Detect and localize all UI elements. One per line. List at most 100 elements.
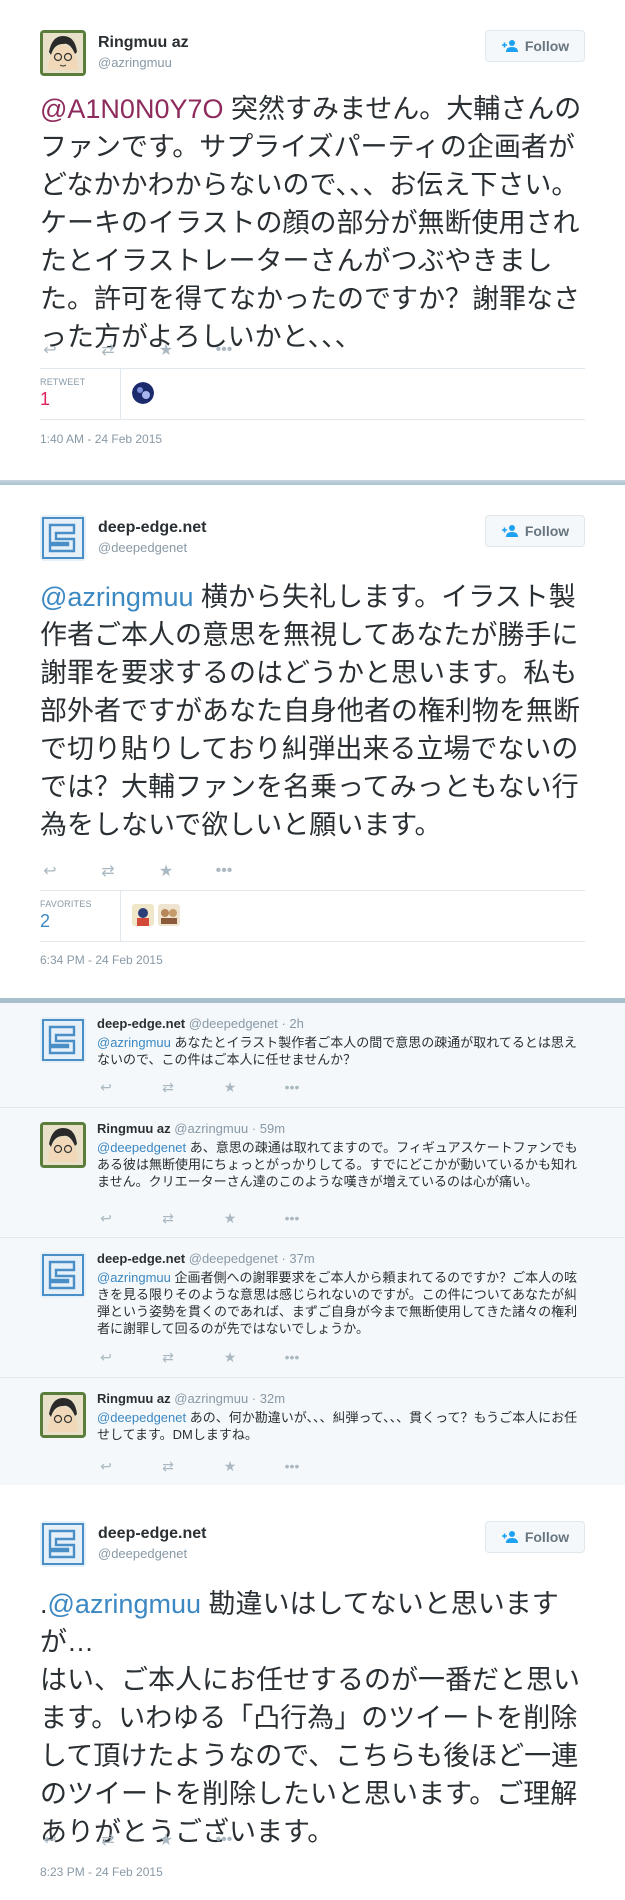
reply-icon[interactable]: ↩ (97, 1210, 115, 1227)
reply-author[interactable]: deep-edge.net @deepedgenet · 37m (97, 1251, 315, 1266)
follow-button[interactable]: Follow (485, 515, 585, 547)
avatar[interactable] (40, 1521, 86, 1567)
reply-item[interactable]: deep-edge.net @deepedgenet · 2h @azringm… (0, 1003, 625, 1108)
reply-icon[interactable]: ↩ (40, 861, 60, 881)
follow-icon (501, 40, 518, 52)
avatar[interactable] (40, 515, 86, 561)
reply-meta: @deepedgenet · 37m (188, 1251, 315, 1266)
tweet-actions: ↩ ⇄ ★ ••• (40, 340, 234, 360)
reply-author[interactable]: Ringmuu az @azringmuu · 32m (97, 1391, 285, 1406)
reply-author[interactable]: Ringmuu az @azringmuu · 59m (97, 1121, 285, 1136)
avatar[interactable] (40, 1252, 86, 1298)
star-icon[interactable]: ★ (221, 1079, 239, 1096)
follow-button[interactable]: Follow (485, 30, 585, 62)
star-icon[interactable]: ★ (221, 1349, 239, 1366)
reply-name: Ringmuu az (97, 1121, 171, 1136)
star-icon[interactable]: ★ (221, 1458, 239, 1475)
user-handle[interactable]: @azringmuu (98, 55, 172, 70)
tweet-timestamp[interactable]: 6:34 PM - 24 Feb 2015 (40, 953, 163, 967)
follow-button[interactable]: Follow (485, 1521, 585, 1553)
retweet-count[interactable]: 1 (40, 389, 50, 410)
replies-panel: deep-edge.net @deepedgenet · 2h @azringm… (0, 1003, 625, 1485)
display-name[interactable]: deep-edge.net (98, 519, 206, 537)
more-icon[interactable]: ••• (214, 862, 234, 880)
reply-meta: @azringmuu · 59m (174, 1121, 286, 1136)
tweet-body: 突然すみません。大輔さんのファンです。サプライズパーティの企画者がどなかかわから… (40, 94, 582, 352)
user-handle[interactable]: @deepedgenet (98, 540, 187, 555)
tweet-text: @azringmuu 横から失礼します。イラスト製作者ご本人の意思を無視してあな… (40, 578, 585, 844)
retweet-icon[interactable]: ⇄ (98, 861, 118, 881)
tweet-card-1: Ringmuu az @azringmuu Follow @A1N0N0Y7O … (0, 0, 625, 480)
more-icon[interactable]: ••• (283, 1210, 301, 1227)
tweet-timestamp[interactable]: 8:23 PM - 24 Feb 2015 (40, 1865, 163, 1879)
reply-icon[interactable]: ↩ (97, 1349, 115, 1366)
tweet-stats: FAVORITES 2 (40, 890, 585, 942)
follow-label: Follow (524, 523, 570, 539)
reply-item[interactable]: Ringmuu az @azringmuu · 32m @deepedgenet… (0, 1378, 625, 1485)
more-icon[interactable]: ••• (214, 341, 234, 359)
more-icon[interactable]: ••• (214, 1831, 234, 1849)
follow-icon (501, 1531, 518, 1543)
reply-actions: ↩ ⇄ ★ ••• (97, 1210, 301, 1227)
avatar[interactable] (40, 30, 86, 76)
tweet-actions: ↩ ⇄ ★ ••• (40, 861, 234, 881)
tweet-timestamp[interactable]: 1:40 AM - 24 Feb 2015 (40, 432, 162, 446)
favorites-count[interactable]: 2 (40, 911, 50, 932)
star-icon[interactable]: ★ (156, 861, 176, 881)
display-name[interactable]: deep-edge.net (98, 1525, 206, 1543)
avatar[interactable] (40, 1392, 86, 1438)
page: Ringmuu az @azringmuu Follow @A1N0N0Y7O … (0, 0, 625, 1900)
stat-divider (120, 891, 121, 941)
reply-name: Ringmuu az (97, 1391, 171, 1406)
retweet-icon[interactable]: ⇄ (159, 1458, 177, 1475)
mention-link[interactable]: @A1N0N0Y7O (40, 94, 224, 124)
reply-author[interactable]: deep-edge.net @deepedgenet · 2h (97, 1016, 304, 1031)
mention-link[interactable]: @azringmuu (48, 1589, 201, 1619)
star-icon[interactable]: ★ (221, 1210, 239, 1227)
reply-text: @azringmuu 企画者側への謝罪要求をご本人から頼まれてるのですか？ご本人… (97, 1269, 582, 1337)
more-icon[interactable]: ••• (283, 1458, 301, 1475)
retweet-icon[interactable]: ⇄ (98, 1830, 118, 1850)
avatar[interactable] (40, 1122, 86, 1168)
more-icon[interactable]: ••• (283, 1079, 301, 1096)
retweet-icon[interactable]: ⇄ (159, 1079, 177, 1096)
mention-link[interactable]: @deepedgenet (97, 1140, 186, 1155)
star-icon[interactable]: ★ (156, 340, 176, 360)
avatar[interactable] (40, 1017, 86, 1063)
tweet-text: @A1N0N0Y7O 突然すみません。大輔さんのファンです。サプライズパーティの… (40, 90, 585, 356)
follow-icon (501, 525, 518, 537)
reply-name: deep-edge.net (97, 1251, 186, 1266)
mention-link[interactable]: @azringmuu (97, 1035, 171, 1050)
tweet-header: Ringmuu az @azringmuu Follow (40, 30, 585, 90)
reply-item[interactable]: deep-edge.net @deepedgenet · 37m @azring… (0, 1238, 625, 1378)
reply-meta: @azringmuu · 32m (174, 1391, 286, 1406)
tweet-prefix: . (40, 1589, 48, 1619)
reply-text: @deepedgenet あ、意思の疎通は取れてますので。フィギュアスケートファ… (97, 1139, 582, 1190)
reply-icon[interactable]: ↩ (97, 1079, 115, 1096)
tweet-stats: RETWEET 1 (40, 368, 585, 420)
reply-icon[interactable]: ↩ (40, 1830, 60, 1850)
mention-link[interactable]: @azringmuu (97, 1270, 171, 1285)
star-icon[interactable]: ★ (156, 1830, 176, 1850)
mention-link[interactable]: @deepedgenet (97, 1410, 186, 1425)
display-name[interactable]: Ringmuu az (98, 34, 189, 52)
retweet-icon[interactable]: ⇄ (98, 340, 118, 360)
tweet-header: deep-edge.net @deepedgenet Follow (40, 1521, 585, 1581)
favoriter-avatar[interactable] (132, 904, 154, 926)
follow-label: Follow (524, 38, 570, 54)
more-icon[interactable]: ••• (283, 1349, 301, 1366)
reply-actions: ↩ ⇄ ★ ••• (97, 1349, 301, 1366)
reply-item[interactable]: Ringmuu az @azringmuu · 59m @deepedgenet… (0, 1108, 625, 1238)
retweet-icon[interactable]: ⇄ (159, 1349, 177, 1366)
stat-divider (120, 369, 121, 419)
favoriter-avatar[interactable] (158, 904, 180, 926)
reply-name: deep-edge.net (97, 1016, 186, 1031)
reply-icon[interactable]: ↩ (40, 340, 60, 360)
retweet-icon[interactable]: ⇄ (159, 1210, 177, 1227)
mention-link[interactable]: @azringmuu (40, 582, 193, 612)
user-handle[interactable]: @deepedgenet (98, 1546, 187, 1561)
retweeter-avatar[interactable] (132, 382, 154, 404)
reply-icon[interactable]: ↩ (97, 1458, 115, 1475)
tweet-card-2: deep-edge.net @deepedgenet Follow @azrin… (0, 485, 625, 998)
tweet-card-3: deep-edge.net @deepedgenet Follow .@azri… (0, 1485, 625, 1900)
